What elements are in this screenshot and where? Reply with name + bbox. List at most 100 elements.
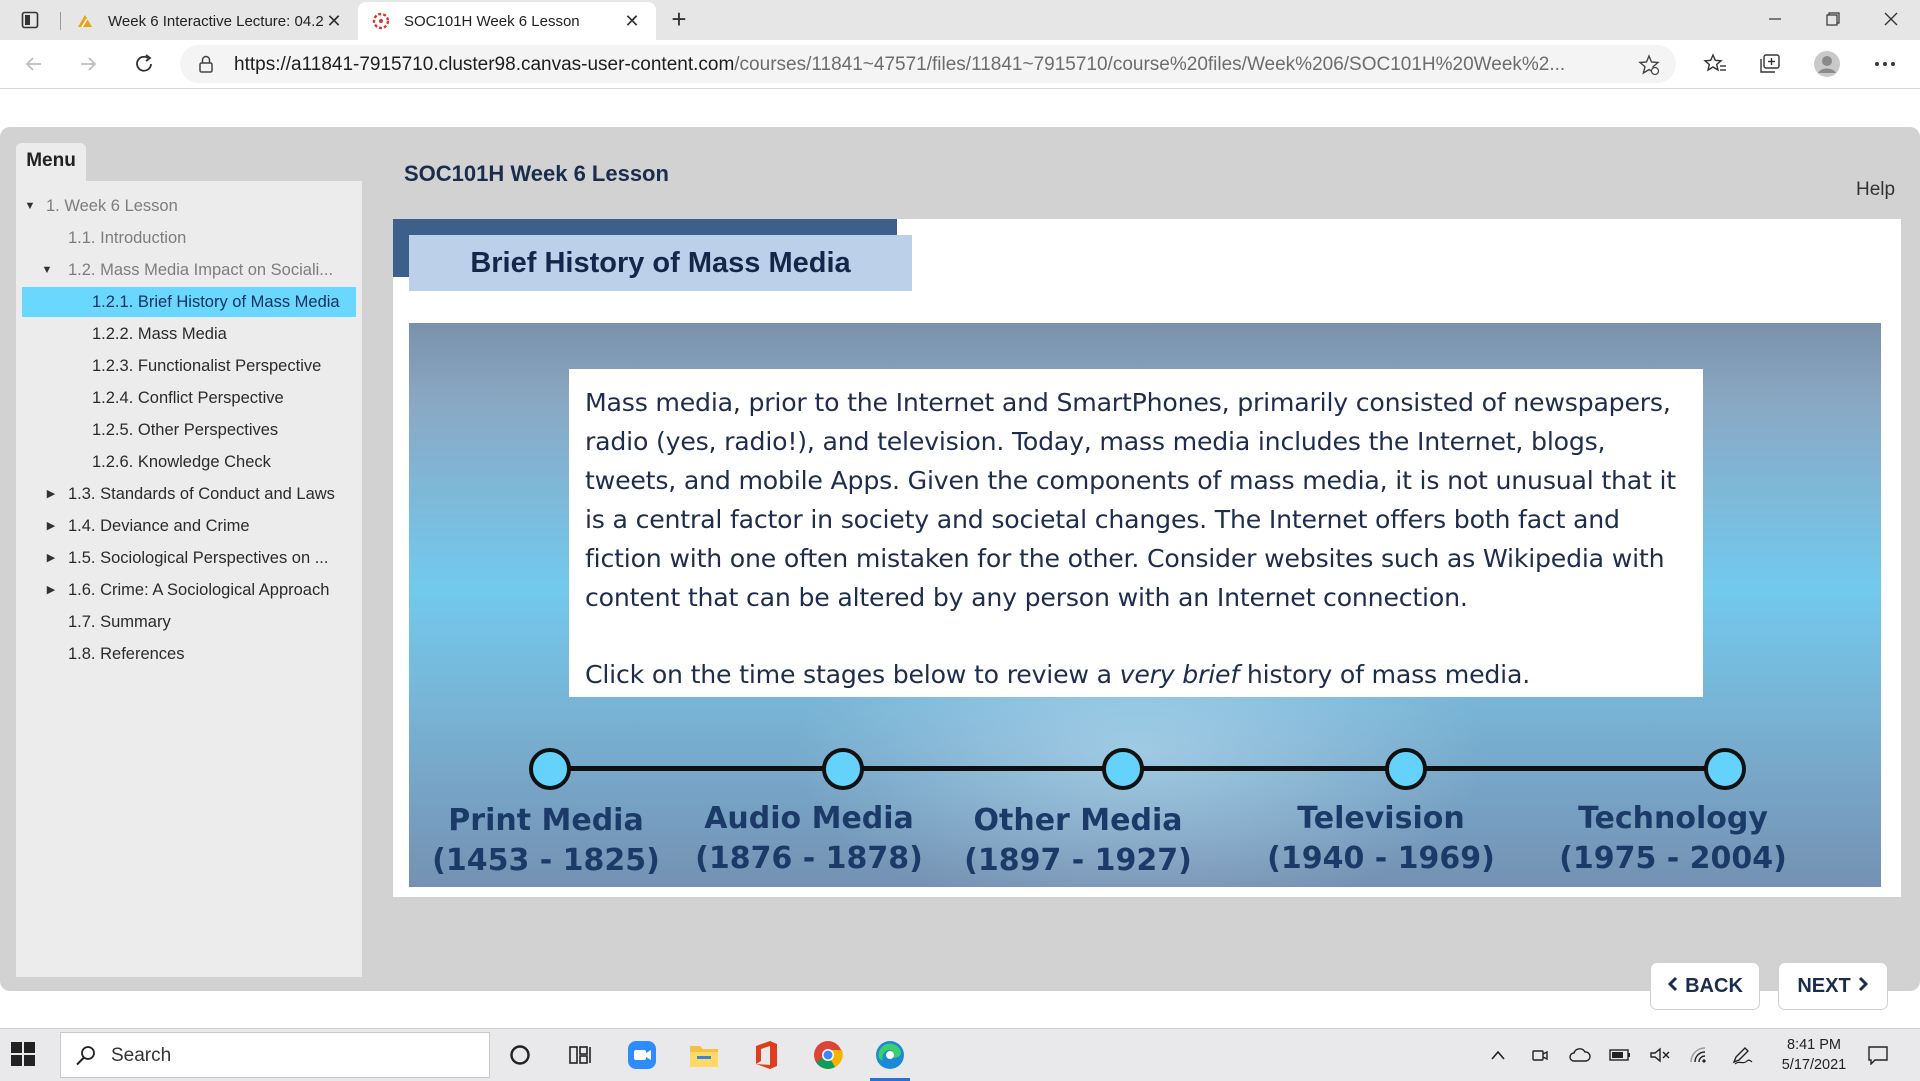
task-view-icon[interactable] xyxy=(560,1035,600,1075)
browser-tab-lecture[interactable]: Week 6 Interactive Lecture: 04.21 ✕ xyxy=(62,2,358,40)
menu-item-crime[interactable]: ▶ 1.6. Crime: A Sociological Approach xyxy=(22,575,356,605)
timeline-node-other-media[interactable] xyxy=(1102,748,1144,790)
show-hidden-icons-icon[interactable] xyxy=(1486,1043,1510,1067)
url-path: /courses/11841~47571/files/11841~7915710… xyxy=(734,54,1566,75)
windows-start-icon[interactable] xyxy=(10,1041,42,1071)
notifications-icon[interactable] xyxy=(1866,1043,1890,1067)
menu-item-functionalist[interactable]: 1.2.3. Functionalist Perspective xyxy=(22,351,356,381)
system-clock[interactable]: 8:41 PM 5/17/2021 xyxy=(1768,1035,1860,1075)
timeline-label-other-media[interactable]: Other Media (1897 - 1927) xyxy=(958,801,1198,881)
timeline-label-television[interactable]: Television (1940 - 1969) xyxy=(1261,799,1501,879)
timeline-node-audio-media[interactable] xyxy=(822,748,864,790)
next-button[interactable]: NEXT xyxy=(1779,963,1887,1009)
minimize-icon[interactable] xyxy=(1752,4,1798,34)
lock-icon xyxy=(198,55,214,78)
menu-item-standards[interactable]: ▶ 1.3. Standards of Conduct and Laws xyxy=(22,479,356,509)
restore-icon[interactable] xyxy=(1810,4,1856,34)
menu-item-week6-lesson[interactable]: ▼ 1. Week 6 Lesson xyxy=(22,191,356,221)
zoom-app-icon[interactable] xyxy=(622,1035,662,1075)
lecture-favicon-icon xyxy=(76,12,94,30)
intro-paragraph: Mass media, prior to the Internet and Sm… xyxy=(585,388,1676,612)
url-text: https://a11841-7915710.cluster98.canvas-… xyxy=(234,54,1634,76)
tab-title: Week 6 Interactive Lecture: 04.21 xyxy=(108,12,324,30)
profile-avatar-icon[interactable] xyxy=(1812,50,1842,78)
slide: Brief History of Mass Media Mass media, … xyxy=(393,219,1901,897)
menu-item-introduction[interactable]: 1.1. Introduction xyxy=(22,223,356,253)
tab-actions-icon[interactable] xyxy=(10,8,50,32)
search-placeholder: Search xyxy=(111,1045,172,1066)
add-favorite-icon[interactable] xyxy=(1638,54,1660,81)
lesson-player: Menu ▼ 1. Week 6 Lesson 1.1. Introductio… xyxy=(0,127,1920,1009)
menu-item-knowledge-check[interactable]: 1.2.6. Knowledge Check xyxy=(22,447,356,477)
close-tab-icon[interactable]: ✕ xyxy=(324,11,344,31)
canvas-favicon-icon xyxy=(372,12,390,30)
caret-right-icon[interactable]: ▶ xyxy=(44,543,58,573)
close-window-icon[interactable] xyxy=(1868,4,1914,34)
instruction-text: Click on the time stages below to review… xyxy=(585,660,1531,689)
timeline-node-print-media[interactable] xyxy=(529,748,571,790)
office-icon[interactable] xyxy=(746,1035,786,1075)
menu-item-references[interactable]: 1.8. References xyxy=(22,639,356,669)
menu-item-sociological-perspectives[interactable]: ▶ 1.5. Sociological Perspectives on ... xyxy=(22,543,356,573)
help-link[interactable]: Help xyxy=(1856,179,1895,201)
address-toolbar: https://a11841-7915710.cluster98.canvas-… xyxy=(0,40,1920,89)
favorites-icon[interactable] xyxy=(1700,50,1730,78)
pen-workspace-icon[interactable] xyxy=(1730,1043,1754,1067)
close-tab-icon[interactable]: ✕ xyxy=(622,11,642,31)
menu-item-deviance[interactable]: ▶ 1.4. Deviance and Crime xyxy=(22,511,356,541)
refresh-icon[interactable] xyxy=(128,49,160,79)
timeline-node-television[interactable] xyxy=(1385,748,1427,790)
instruction-emphasis: very brief xyxy=(1119,660,1240,689)
menu-tab[interactable]: Menu xyxy=(16,143,86,181)
menu-item-brief-history[interactable]: 1.2.1. Brief History of Mass Media xyxy=(22,287,356,317)
taskbar-search-input[interactable]: Search xyxy=(60,1032,490,1078)
back-button[interactable]: BACK xyxy=(1651,963,1759,1009)
clock-date: 5/17/2021 xyxy=(1781,1057,1847,1073)
file-explorer-icon[interactable] xyxy=(684,1035,724,1075)
browser-tab-bar: Week 6 Interactive Lecture: 04.21 ✕ SOC1… xyxy=(0,0,1920,40)
caret-down-icon[interactable]: ▼ xyxy=(23,191,37,221)
windows-taskbar: Search 8:41 PM 5/17/2021 xyxy=(0,1028,1920,1081)
wifi-icon[interactable] xyxy=(1688,1043,1712,1067)
new-tab-icon[interactable]: + xyxy=(664,6,694,34)
onedrive-icon[interactable] xyxy=(1568,1043,1592,1067)
timeline-node-technology[interactable] xyxy=(1704,748,1746,790)
volume-muted-icon[interactable] xyxy=(1648,1043,1672,1067)
menu-item-summary[interactable]: 1.7. Summary xyxy=(22,607,356,637)
caret-down-icon[interactable]: ▼ xyxy=(40,255,54,285)
chevron-left-icon xyxy=(1667,975,1679,998)
tab-title: SOC101H Week 6 Lesson xyxy=(404,12,580,30)
lesson-menu-sidebar: ▼ 1. Week 6 Lesson 1.1. Introduction ▼ 1… xyxy=(16,181,362,977)
caret-right-icon[interactable]: ▶ xyxy=(44,575,58,605)
meet-now-icon[interactable] xyxy=(1528,1043,1552,1067)
chevron-right-icon xyxy=(1857,975,1869,998)
lesson-title: SOC101H Week 6 Lesson xyxy=(404,161,669,186)
page-content: Menu ▼ 1. Week 6 Lesson 1.1. Introductio… xyxy=(0,89,1920,1025)
forward-arrow-icon[interactable] xyxy=(72,49,104,79)
url-host: https://a11841-7915710.cluster98.canvas-… xyxy=(234,54,735,75)
timeline-label-print-media[interactable]: Print Media (1453 - 1825) xyxy=(426,801,666,881)
timeline-stage: Mass media, prior to the Internet and Sm… xyxy=(409,323,1881,887)
tab-separator xyxy=(60,12,61,30)
chrome-icon[interactable] xyxy=(808,1035,848,1075)
menu-item-mass-media[interactable]: 1.2.2. Mass Media xyxy=(22,319,356,349)
menu-item-mass-media-impact[interactable]: ▼ 1.2. Mass Media Impact on Sociali... xyxy=(22,255,356,285)
caret-right-icon[interactable]: ▶ xyxy=(44,511,58,541)
collections-icon[interactable] xyxy=(1755,50,1785,78)
caret-right-icon[interactable]: ▶ xyxy=(44,479,58,509)
timeline-label-audio-media[interactable]: Audio Media (1876 - 1878) xyxy=(689,799,929,879)
menu-item-other-perspectives[interactable]: 1.2.5. Other Perspectives xyxy=(22,415,356,445)
slide-title: Brief History of Mass Media xyxy=(409,235,912,291)
back-arrow-icon[interactable] xyxy=(18,49,50,79)
timeline-label-technology[interactable]: Technology (1975 - 2004) xyxy=(1553,799,1793,879)
edge-icon[interactable] xyxy=(870,1035,910,1081)
cortana-icon[interactable] xyxy=(500,1035,540,1075)
search-icon xyxy=(75,1045,97,1072)
browser-tab-lesson[interactable]: SOC101H Week 6 Lesson ✕ xyxy=(358,2,656,40)
more-options-icon[interactable] xyxy=(1870,50,1900,78)
menu-item-conflict[interactable]: 1.2.4. Conflict Perspective xyxy=(22,383,356,413)
battery-icon[interactable] xyxy=(1608,1043,1632,1067)
intro-text-box: Mass media, prior to the Internet and Sm… xyxy=(569,369,1703,697)
url-field[interactable]: https://a11841-7915710.cluster98.canvas-… xyxy=(180,45,1676,83)
clock-time: 8:41 PM xyxy=(1787,1037,1841,1053)
